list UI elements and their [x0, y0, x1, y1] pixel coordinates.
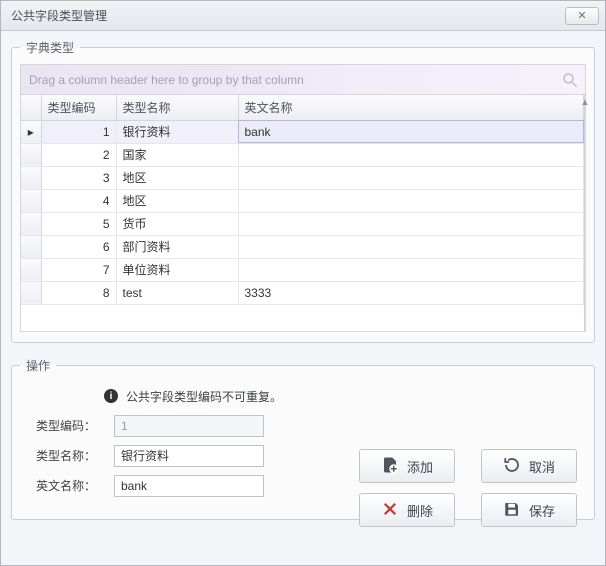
table-row[interactable]: ▸1银行资料bank	[21, 120, 584, 143]
cell-en[interactable]: 3333	[238, 281, 584, 304]
row-indicator	[21, 281, 41, 304]
col-header-code[interactable]: 类型编码	[41, 95, 116, 120]
cell-name[interactable]: 国家	[116, 143, 238, 166]
group-by-hint: Drag a column header here to group by th…	[29, 73, 304, 87]
ops-row-code: 类型编码：	[36, 415, 576, 437]
col-header-en[interactable]: 英文名称	[238, 95, 584, 120]
table-row[interactable]: 3地区	[21, 166, 584, 189]
cell-en[interactable]	[238, 212, 584, 235]
dict-type-panel: 字典类型 Drag a column header here to group …	[11, 39, 595, 343]
titlebar: 公共字段类型管理 ✕	[1, 1, 605, 31]
cell-code[interactable]: 7	[41, 258, 116, 281]
grid-wrap: 类型编码 类型名称 英文名称 ▸1银行资料bank2国家3地区4地区5货币6部门…	[20, 94, 586, 332]
ops-buttons: 添加 取消 删除 保存	[359, 449, 577, 527]
en-field[interactable]	[114, 475, 264, 497]
label-name: 类型名称：	[36, 447, 100, 464]
grid-scrollbar[interactable]: ▲	[584, 95, 585, 331]
cell-code[interactable]: 6	[41, 235, 116, 258]
cell-name[interactable]: 部门资料	[116, 235, 238, 258]
cell-name[interactable]: 银行资料	[116, 120, 238, 143]
row-indicator-header	[21, 95, 41, 120]
add-button[interactable]: 添加	[359, 449, 455, 483]
row-indicator	[21, 258, 41, 281]
row-indicator	[21, 235, 41, 258]
ops-message-row: i 公共字段类型编码不可重复。	[104, 388, 576, 405]
cancel-label: 取消	[529, 457, 555, 476]
cancel-button[interactable]: 取消	[481, 449, 577, 483]
label-code: 类型编码：	[36, 417, 100, 434]
cell-en[interactable]	[238, 166, 584, 189]
name-field[interactable]	[114, 445, 264, 467]
save-icon	[503, 500, 521, 521]
label-en: 英文名称：	[36, 477, 100, 494]
save-button[interactable]: 保存	[481, 493, 577, 527]
cell-en[interactable]	[238, 235, 584, 258]
ops-message: 公共字段类型编码不可重复。	[126, 388, 282, 405]
cell-en[interactable]	[238, 258, 584, 281]
window-title: 公共字段类型管理	[11, 7, 107, 24]
cell-en[interactable]	[238, 189, 584, 212]
cell-code[interactable]: 5	[41, 212, 116, 235]
save-label: 保存	[529, 501, 555, 520]
cell-code[interactable]: 2	[41, 143, 116, 166]
cell-en[interactable]	[238, 143, 584, 166]
table-row[interactable]: 5货币	[21, 212, 584, 235]
table-row[interactable]: 2国家	[21, 143, 584, 166]
undo-icon	[503, 456, 521, 477]
grid-empty-area	[21, 305, 584, 331]
add-icon	[381, 456, 399, 477]
cell-name[interactable]: 货币	[116, 212, 238, 235]
table-row[interactable]: 4地区	[21, 189, 584, 212]
grid[interactable]: 类型编码 类型名称 英文名称 ▸1银行资料bank2国家3地区4地区5货币6部门…	[21, 95, 584, 331]
ops-legend: 操作	[20, 357, 56, 374]
cell-name[interactable]: 地区	[116, 166, 238, 189]
cell-name[interactable]: test	[116, 281, 238, 304]
window-body: 字典类型 Drag a column header here to group …	[1, 31, 605, 544]
grid-header-row: 类型编码 类型名称 英文名称	[21, 95, 584, 120]
cell-code[interactable]: 3	[41, 166, 116, 189]
group-by-bar[interactable]: Drag a column header here to group by th…	[20, 64, 586, 94]
row-indicator: ▸	[21, 120, 41, 143]
cell-name[interactable]: 地区	[116, 189, 238, 212]
cell-name[interactable]: 单位资料	[116, 258, 238, 281]
row-indicator	[21, 143, 41, 166]
close-button[interactable]: ✕	[565, 7, 599, 25]
row-indicator	[21, 212, 41, 235]
grid-table: 类型编码 类型名称 英文名称 ▸1银行资料bank2国家3地区4地区5货币6部门…	[21, 95, 584, 305]
table-row[interactable]: 8test3333	[21, 281, 584, 304]
cell-code[interactable]: 1	[41, 120, 116, 143]
delete-icon	[381, 500, 399, 521]
window: 公共字段类型管理 ✕ 字典类型 Drag a column header her…	[0, 0, 606, 566]
add-label: 添加	[407, 457, 433, 476]
info-icon: i	[104, 389, 118, 403]
cell-code[interactable]: 4	[41, 189, 116, 212]
dict-type-legend: 字典类型	[20, 39, 80, 56]
row-indicator	[21, 189, 41, 212]
table-row[interactable]: 6部门资料	[21, 235, 584, 258]
code-field	[114, 415, 264, 437]
table-row[interactable]: 7单位资料	[21, 258, 584, 281]
col-header-name[interactable]: 类型名称	[116, 95, 238, 120]
cell-code[interactable]: 8	[41, 281, 116, 304]
delete-label: 删除	[407, 501, 433, 520]
cell-en[interactable]: bank	[238, 120, 584, 143]
row-indicator	[21, 166, 41, 189]
delete-button[interactable]: 删除	[359, 493, 455, 527]
close-icon: ✕	[577, 9, 586, 22]
search-icon[interactable]	[561, 71, 579, 89]
